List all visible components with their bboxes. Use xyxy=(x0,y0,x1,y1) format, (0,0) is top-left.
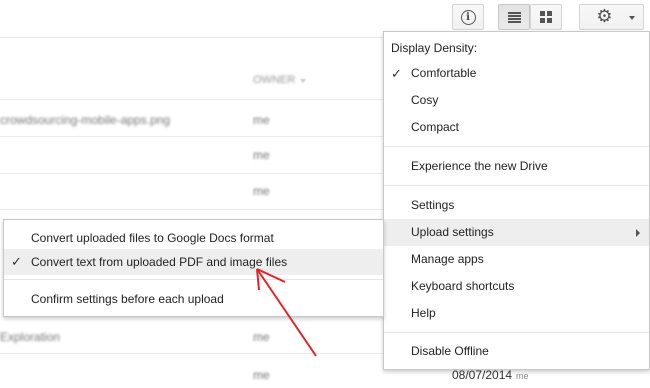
gear-icon: ⚙ xyxy=(596,6,613,27)
modified-by: me xyxy=(516,371,529,381)
menu-item-label: Keyboard shortcuts xyxy=(411,279,515,293)
menu-item-label: Disable Offline xyxy=(411,344,489,358)
menu-divider xyxy=(384,332,649,333)
file-name[interactable]: crowdsourcing-mobile-apps.png xyxy=(0,113,170,127)
density-cosy[interactable]: Cosy xyxy=(384,87,649,114)
menu-item-label: Manage apps xyxy=(411,252,484,266)
density-compact[interactable]: Compact xyxy=(384,114,649,141)
menu-divider xyxy=(384,146,649,147)
experience-new-drive[interactable]: Experience the new Drive xyxy=(384,153,649,180)
menu-item-label: Cosy xyxy=(411,93,439,107)
menu-divider xyxy=(384,185,649,186)
menu-item-label: Experience the new Drive xyxy=(411,159,548,173)
upload-settings-submenu: Convert uploaded files to Google Docs fo… xyxy=(3,219,384,317)
info-icon: i xyxy=(460,9,476,25)
file-owner: me xyxy=(253,368,270,382)
menu-item-label: Compact xyxy=(411,120,460,134)
file-name[interactable]: Exploration xyxy=(0,330,60,344)
grid-view-icon xyxy=(540,11,552,23)
file-owner: me xyxy=(253,113,270,127)
chevron-right-icon xyxy=(636,229,640,237)
menu-item-label: Help xyxy=(411,306,436,320)
menu-item-manage-apps[interactable]: Manage apps xyxy=(384,246,649,273)
chevron-down-icon xyxy=(629,16,635,20)
checkmark-icon: ✓ xyxy=(11,254,22,269)
file-owner: me xyxy=(253,148,270,162)
settings-menu: Display Density: ✓ Comfortable Cosy Comp… xyxy=(383,31,650,370)
option-convert-pdf-image-text[interactable]: ✓ Convert text from uploaded PDF and ima… xyxy=(4,249,383,275)
menu-item-label: Settings xyxy=(411,198,455,212)
modified-date: 08/07/2014 xyxy=(452,368,513,382)
grid-view-button[interactable] xyxy=(530,4,562,30)
option-convert-to-docs[interactable]: Convert uploaded files to Google Docs fo… xyxy=(4,225,383,251)
list-view-icon xyxy=(507,11,521,23)
option-confirm-before-upload[interactable]: Confirm settings before each upload xyxy=(4,286,383,312)
menu-item-keyboard-shortcuts[interactable]: Keyboard shortcuts xyxy=(384,273,649,300)
list-view-button[interactable] xyxy=(498,4,530,30)
menu-item-help[interactable]: Help xyxy=(384,300,649,327)
menu-item-label: Confirm settings before each upload xyxy=(31,292,224,306)
menu-item-label: Upload settings xyxy=(411,225,494,239)
menu-item-disable-offline[interactable]: Disable Offline xyxy=(384,338,649,365)
checkmark-icon: ✓ xyxy=(391,66,402,81)
menu-item-settings[interactable]: Settings xyxy=(384,192,649,219)
settings-gear-button[interactable]: ⚙ xyxy=(579,4,644,30)
menu-item-label: Comfortable xyxy=(411,66,477,80)
details-button[interactable]: i xyxy=(452,4,484,30)
display-density-label: Display Density: xyxy=(391,41,478,55)
menu-item-upload-settings[interactable]: Upload settings xyxy=(384,219,649,246)
menu-item-label: Convert text from uploaded PDF and image… xyxy=(31,255,288,269)
menu-item-label: Convert uploaded files to Google Docs fo… xyxy=(31,231,274,245)
menu-divider xyxy=(4,279,383,280)
density-comfortable[interactable]: ✓ Comfortable xyxy=(384,60,649,87)
file-owner: me xyxy=(253,184,270,198)
file-owner: me xyxy=(253,330,270,344)
